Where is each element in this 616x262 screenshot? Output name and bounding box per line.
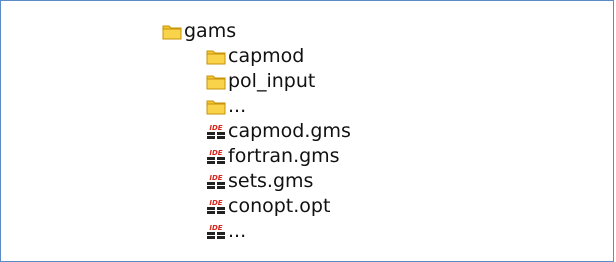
ide-icon-text: IDE — [209, 224, 222, 232]
ide-icon-text: IDE — [209, 149, 222, 157]
tree-item-label: ... — [228, 220, 247, 242]
ide-icon-text: IDE — [209, 174, 222, 182]
folder-icon — [206, 98, 226, 115]
file-tree-panel: gams capmod pol_input ... IDE capmod.gms… — [0, 0, 614, 262]
tree-item-fortran-gms[interactable]: IDE fortran.gms — [160, 144, 351, 169]
ide-icon-text: IDE — [209, 124, 222, 132]
tree-item-label: sets.gms — [228, 170, 314, 192]
tree-item-label: pol_input — [228, 70, 316, 92]
ide-file-icon: IDE — [206, 198, 226, 215]
ide-file-icon: IDE — [206, 223, 226, 240]
folder-icon — [206, 48, 226, 65]
folder-icon — [206, 73, 226, 90]
ide-file-icon: IDE — [206, 148, 226, 165]
tree-item-gams[interactable]: gams — [160, 19, 351, 44]
tree-item-label: conopt.opt — [228, 195, 331, 217]
tree-item-more-folders[interactable]: ... — [160, 94, 351, 119]
tree-item-label: fortran.gms — [228, 145, 340, 167]
tree-item-sets-gms[interactable]: IDE sets.gms — [160, 169, 351, 194]
tree-item-capmod[interactable]: capmod — [160, 44, 351, 69]
tree-item-conopt-opt[interactable]: IDE conopt.opt — [160, 194, 351, 219]
tree-item-more-files[interactable]: IDE ... — [160, 219, 351, 244]
tree-item-label: capmod.gms — [228, 120, 351, 142]
ide-file-icon: IDE — [206, 123, 226, 140]
folder-icon — [162, 23, 182, 40]
tree-item-label: gams — [184, 20, 237, 42]
tree-item-capmod-gms[interactable]: IDE capmod.gms — [160, 119, 351, 144]
file-tree: gams capmod pol_input ... IDE capmod.gms… — [160, 19, 351, 244]
ide-file-icon: IDE — [206, 173, 226, 190]
tree-item-label: capmod — [228, 45, 305, 67]
ide-icon-text: IDE — [209, 199, 222, 207]
tree-item-label: ... — [228, 95, 247, 117]
tree-item-pol-input[interactable]: pol_input — [160, 69, 351, 94]
